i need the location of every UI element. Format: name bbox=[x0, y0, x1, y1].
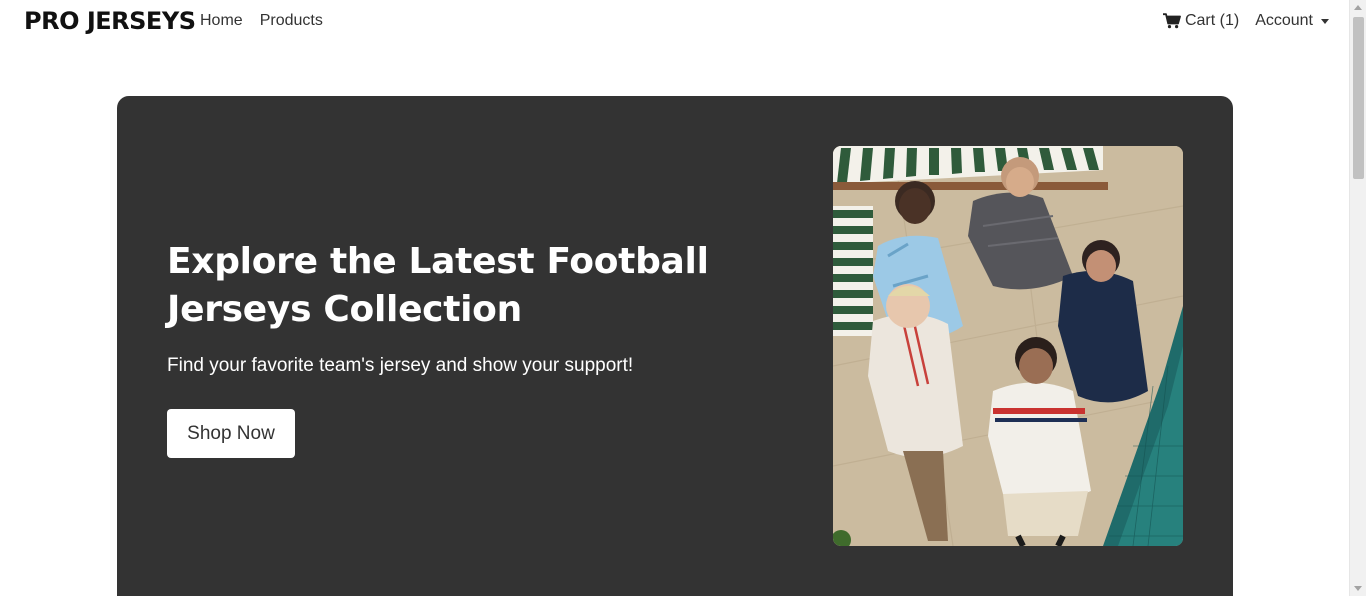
hero-title: Explore the Latest Football Jerseys Coll… bbox=[167, 241, 709, 330]
account-dropdown[interactable]: Account bbox=[1255, 10, 1329, 32]
nav-link-products[interactable]: Products bbox=[260, 10, 323, 32]
scroll-down-arrow-icon[interactable] bbox=[1354, 586, 1362, 591]
brand-text: PRO JERSEYS bbox=[24, 7, 196, 35]
page-scrollbar[interactable] bbox=[1349, 0, 1366, 596]
cart-label: Cart (1) bbox=[1184, 12, 1240, 29]
nav-link-home[interactable]: Home bbox=[200, 10, 243, 32]
account-label: Account bbox=[1255, 12, 1313, 29]
top-navbar: PRO JERSEYS Home Products Cart (1) Accou… bbox=[0, 0, 1349, 42]
cart-link[interactable]: Cart (1) bbox=[1162, 10, 1240, 32]
scroll-up-arrow-icon[interactable] bbox=[1354, 5, 1362, 10]
chevron-down-icon bbox=[1321, 18, 1329, 24]
brand-logo[interactable]: PRO JERSEYS bbox=[24, 6, 196, 36]
hero-subtitle: Find your favorite team's jersey and sho… bbox=[167, 355, 634, 376]
shopping-cart-icon bbox=[1162, 13, 1181, 29]
players-photo bbox=[833, 146, 1183, 546]
shop-now-button[interactable]: Shop Now bbox=[167, 409, 295, 458]
scroll-thumb[interactable] bbox=[1353, 17, 1364, 179]
nav-right: Cart (1) Account bbox=[1162, 10, 1329, 32]
hero-banner: Explore the Latest Football Jerseys Coll… bbox=[117, 96, 1233, 596]
hero-image bbox=[833, 146, 1183, 546]
nav-links: Home Products bbox=[200, 10, 323, 32]
